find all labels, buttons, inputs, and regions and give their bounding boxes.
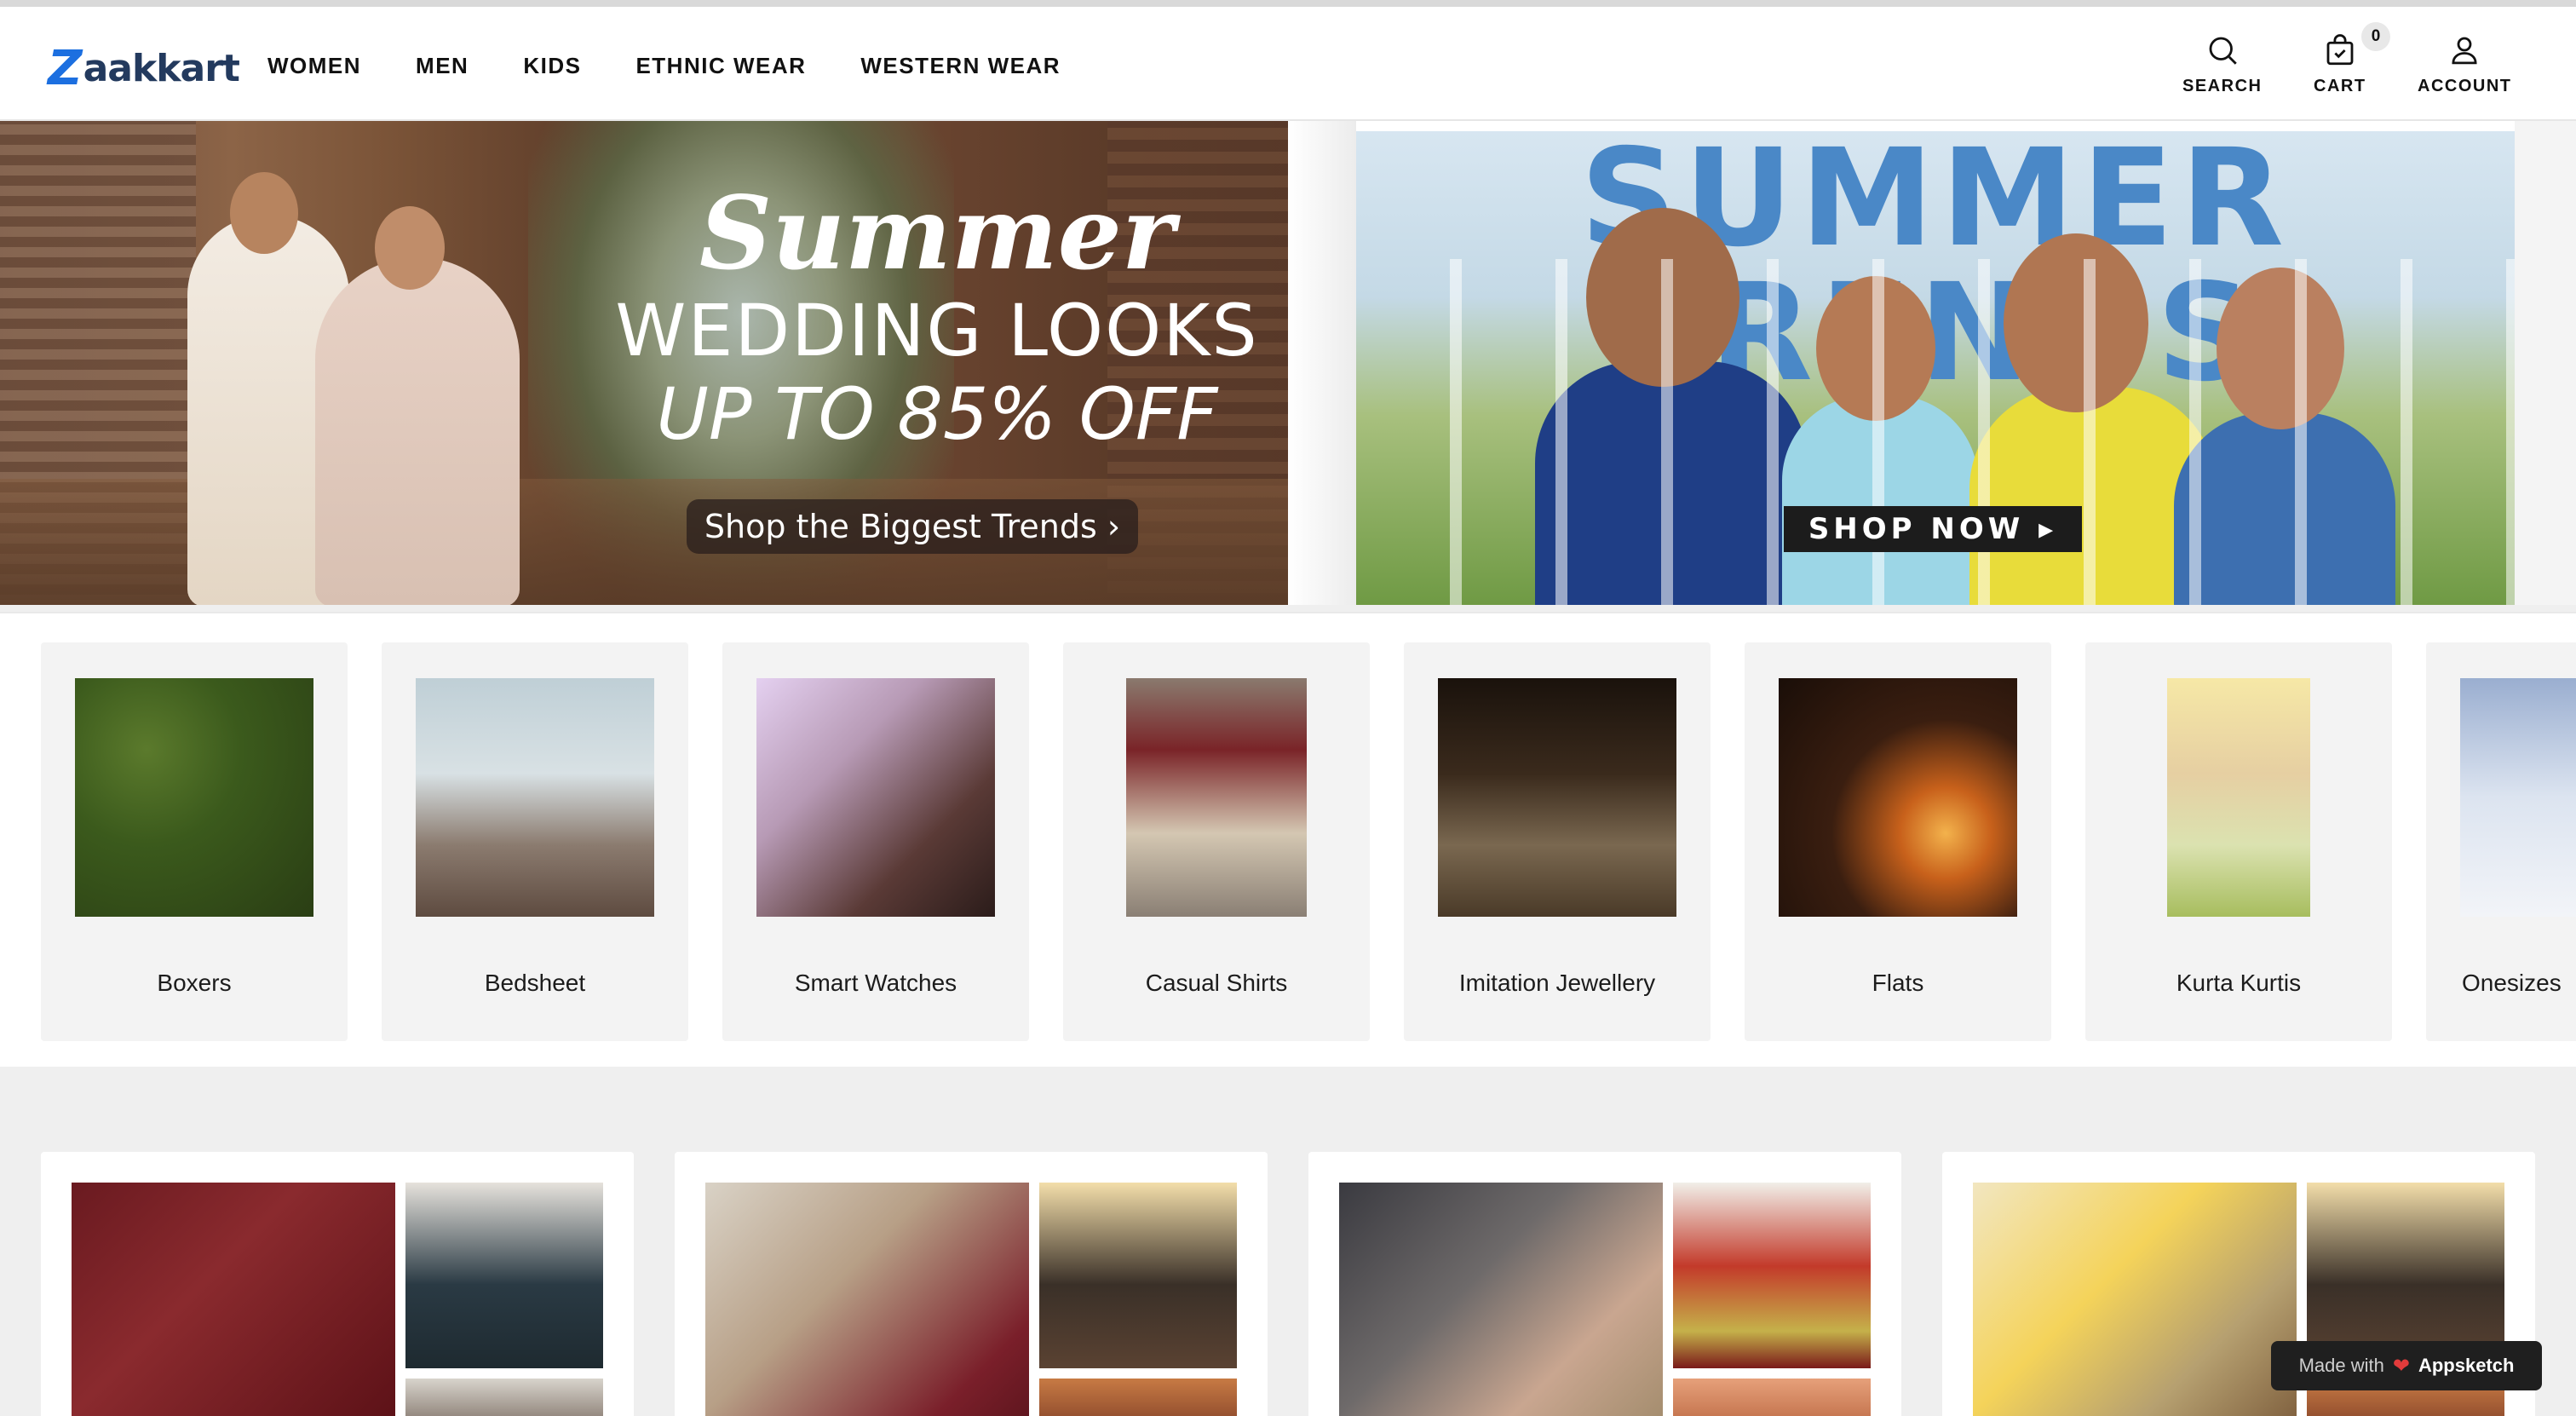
banner-gap bbox=[1288, 121, 1356, 605]
category-card-boxers[interactable]: Boxers bbox=[41, 642, 348, 1041]
heart-icon: ❤ bbox=[2392, 1354, 2410, 1378]
collection-thumb bbox=[405, 1379, 603, 1416]
zaakkart-logo[interactable]: Z aakkart bbox=[48, 41, 240, 96]
category-label: Flats bbox=[1872, 970, 1924, 996]
banner-model-woman bbox=[315, 257, 520, 605]
collections-grid bbox=[0, 1067, 2576, 1416]
logo-letter-z: Z bbox=[48, 40, 83, 96]
category-label: Imitation Jewellery bbox=[1458, 970, 1656, 996]
category-image bbox=[1779, 678, 2017, 917]
nav-item-women[interactable]: WOMEN bbox=[267, 53, 361, 79]
top-divider bbox=[0, 0, 2576, 7]
category-card-flats[interactable]: Flats bbox=[1745, 642, 2051, 1041]
category-label: Kurta Kurtis bbox=[2176, 970, 2302, 996]
nav-item-ethnic-wear[interactable]: ETHNIC WEAR bbox=[635, 53, 806, 79]
hero-carousel: Summer WEDDING LOOKS UP TO 85% OFF Shop … bbox=[0, 121, 2576, 605]
collection-thumb bbox=[1673, 1183, 1871, 1368]
collection-main-image bbox=[1339, 1183, 1663, 1416]
category-card-smart-watches[interactable]: Smart Watches bbox=[722, 642, 1029, 1041]
next-banner-peek[interactable] bbox=[2515, 121, 2576, 605]
category-label: Boxers bbox=[157, 970, 232, 996]
collection-card-men-shirts[interactable] bbox=[41, 1152, 634, 1416]
banner-summer-wedding[interactable]: Summer WEDDING LOOKS UP TO 85% OFF Shop … bbox=[0, 121, 1288, 605]
category-card-kurta-kurtis[interactable]: Kurta Kurtis bbox=[2085, 642, 2392, 1041]
banner-stripe-overlay bbox=[1356, 259, 2515, 605]
main-nav: WOMEN MEN KIDS ETHNIC WEAR WESTERN WEAR bbox=[267, 53, 1061, 79]
site-header: Z aakkart WOMEN MEN KIDS ETHNIC WEAR WES… bbox=[0, 7, 2576, 121]
search-label: SEARCH bbox=[2182, 77, 2263, 95]
made-with-appsketch-badge[interactable]: Made with ❤ Appsketch bbox=[2271, 1341, 2542, 1390]
account-label: ACCOUNT bbox=[2418, 77, 2512, 95]
banner-model-man-head bbox=[230, 172, 298, 254]
category-image bbox=[1126, 678, 1307, 917]
category-label: Smart Watches bbox=[794, 970, 957, 996]
banner-discount: UP TO 85% OFF bbox=[656, 372, 1218, 457]
collection-card-ethnic-wear[interactable] bbox=[1308, 1152, 1901, 1416]
collection-main-image bbox=[1973, 1183, 2297, 1416]
category-card-bedsheet[interactable]: Bedsheet bbox=[382, 642, 688, 1041]
shop-now-button[interactable]: SHOP NOW ▸ bbox=[1784, 506, 2082, 552]
category-label: Bedsheet bbox=[484, 970, 586, 996]
cart-label: CART bbox=[2314, 77, 2366, 95]
category-label: Casual Shirts bbox=[1145, 970, 1288, 996]
cart-button[interactable]: CART bbox=[2314, 32, 2366, 96]
category-card-casual-shirts[interactable]: Casual Shirts bbox=[1063, 642, 1370, 1041]
collection-thumb bbox=[1673, 1379, 1871, 1416]
collection-thumb bbox=[1039, 1379, 1237, 1416]
bag-icon bbox=[2326, 34, 2354, 66]
category-image bbox=[416, 678, 654, 917]
cart-count-badge: 0 bbox=[2361, 22, 2390, 51]
made-with-text: Made with bbox=[2298, 1355, 2384, 1376]
nav-item-kids[interactable]: KIDS bbox=[523, 53, 581, 79]
category-image bbox=[2167, 678, 2310, 917]
banner-script-title: Summer bbox=[699, 174, 1175, 292]
collection-main-image bbox=[705, 1183, 1029, 1416]
nav-item-western-wear[interactable]: WESTERN WEAR bbox=[860, 53, 1061, 79]
category-image bbox=[75, 678, 313, 917]
appsketch-brand: Appsketch bbox=[2418, 1355, 2515, 1376]
banner-headline: Summer WEDDING LOOKS UP TO 85% OFF bbox=[596, 181, 1278, 456]
user-icon bbox=[2452, 37, 2477, 65]
collection-thumb bbox=[1039, 1183, 1237, 1368]
collection-card-women-dresses[interactable] bbox=[675, 1152, 1268, 1416]
shop-biggest-trends-button[interactable]: Shop the Biggest Trends › bbox=[687, 499, 1138, 554]
logo-wordmark: aakkart bbox=[83, 46, 240, 90]
category-label: Onesizes bbox=[2462, 970, 2562, 996]
account-button[interactable]: ACCOUNT bbox=[2418, 32, 2512, 96]
category-card-onesizes[interactable]: Onesizes bbox=[2426, 642, 2576, 1041]
collection-thumb bbox=[405, 1183, 603, 1368]
category-image bbox=[1438, 678, 1676, 917]
search-icon bbox=[2209, 37, 2237, 65]
nav-item-men[interactable]: MEN bbox=[416, 53, 469, 79]
banner-model-woman-head bbox=[375, 206, 445, 290]
search-button[interactable]: SEARCH bbox=[2182, 32, 2262, 96]
banner-subtitle: WEDDING LOOKS bbox=[615, 288, 1259, 372]
category-image bbox=[2460, 678, 2576, 917]
category-image bbox=[756, 678, 995, 917]
collection-main-image bbox=[72, 1183, 395, 1416]
category-card-imitation-jewellery[interactable]: Imitation Jewellery bbox=[1404, 642, 1711, 1041]
category-carousel: Boxers Bedsheet Smart Watches Casual Shi… bbox=[0, 612, 2576, 1067]
